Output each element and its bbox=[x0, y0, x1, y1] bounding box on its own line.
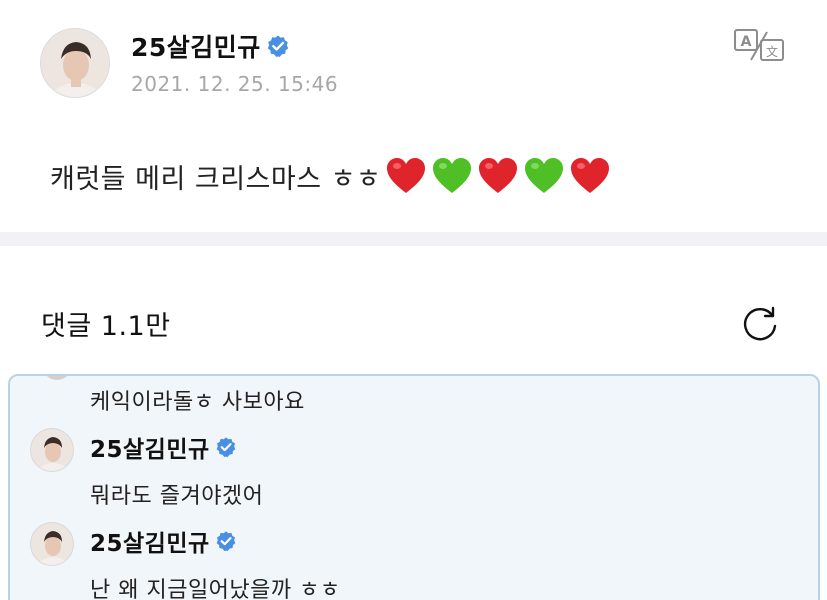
svg-text:文: 文 bbox=[766, 44, 778, 59]
reply-text: 난 왜 지금일어났을까 ㅎㅎ bbox=[90, 578, 341, 600]
red-heart-icon bbox=[571, 158, 610, 193]
reply-author[interactable]: 25살김민규 bbox=[90, 430, 237, 464]
svg-text:A: A bbox=[741, 34, 752, 50]
reply-avatar[interactable] bbox=[30, 522, 74, 566]
refresh-icon bbox=[743, 306, 777, 341]
translate-button[interactable]: A 文 bbox=[733, 26, 785, 66]
reply-avatar[interactable] bbox=[30, 428, 74, 472]
reply-author-text: 25살김민규 bbox=[90, 437, 210, 463]
author-name[interactable]: 25살김민규 bbox=[131, 28, 290, 64]
green-heart-icon bbox=[433, 158, 472, 193]
partial-comment-text: 케익이라돌ㅎ 사보아요 bbox=[90, 390, 305, 415]
verified-badge-icon bbox=[216, 531, 236, 551]
section-divider bbox=[0, 232, 827, 246]
red-heart-icon bbox=[387, 158, 426, 193]
red-heart-icon bbox=[479, 158, 518, 193]
reply-author[interactable]: 25살김민규 bbox=[90, 524, 237, 558]
translate-icon: A 文 bbox=[734, 29, 784, 61]
post-timestamp: 2021. 12. 25. 15:46 bbox=[131, 72, 339, 96]
post-header: 25살김민규 2021. 12. 25. 15:46 A 文 bbox=[0, 0, 827, 120]
refresh-button[interactable] bbox=[739, 302, 781, 344]
reply-thread: 케익이라돌ㅎ 사보아요 25살김민규 뭐라도 즐겨야겠어 25살김민규 난 왜 … bbox=[8, 374, 820, 600]
author-name-text: 25살김민규 bbox=[131, 33, 261, 62]
green-heart-icon bbox=[525, 158, 564, 193]
reply-text: 뭐라도 즐겨야겠어 bbox=[90, 484, 264, 509]
author-avatar[interactable] bbox=[40, 28, 110, 98]
verified-badge-icon bbox=[216, 437, 236, 457]
reply-author-text: 25살김민규 bbox=[90, 531, 210, 557]
verified-badge-icon bbox=[267, 35, 288, 57]
post-body: 캐럿들 메리 크리스마스 ㅎㅎ bbox=[50, 156, 615, 196]
emoji-row bbox=[385, 156, 615, 196]
avatar bbox=[42, 376, 72, 380]
comments-count-title: 댓글 1.1만 bbox=[41, 311, 171, 342]
post-text: 캐럿들 메리 크리스마스 ㅎㅎ bbox=[50, 163, 382, 195]
